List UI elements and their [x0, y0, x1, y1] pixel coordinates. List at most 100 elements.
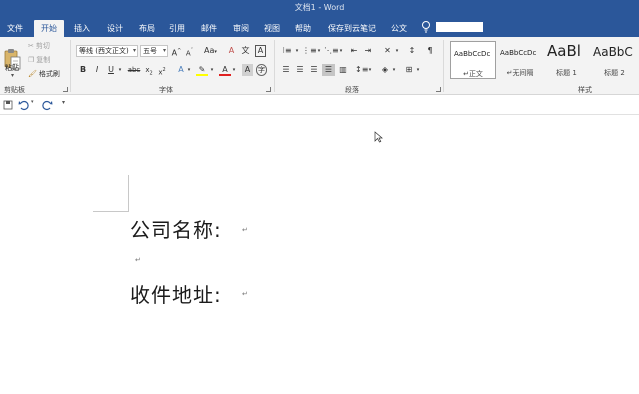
cut-button[interactable]: ✂ 剪切: [28, 41, 50, 51]
chevron-down-icon[interactable]: ▾: [391, 64, 397, 76]
paragraph-group-label: 段落: [345, 86, 359, 94]
tab-review[interactable]: 审阅: [226, 20, 256, 37]
format-painter-button[interactable]: 🖌 格式刷: [28, 69, 60, 79]
change-case-icon[interactable]: Aa▾: [201, 45, 220, 57]
grow-font-icon[interactable]: A^: [171, 45, 182, 58]
clear-formatting-icon[interactable]: A: [226, 45, 237, 57]
line-spacing-icon[interactable]: ↕≡: [355, 64, 368, 76]
copy-button[interactable]: ❐ 复制: [28, 55, 50, 65]
align-left-icon[interactable]: ☰: [280, 64, 292, 76]
format-painter-label: 格式刷: [38, 70, 60, 78]
font-dialog-launcher-icon[interactable]: [266, 87, 271, 92]
style-normal[interactable]: AaBbCcDc ↵正文: [450, 41, 496, 79]
multilevel-list-icon[interactable]: ⋱≡: [324, 45, 339, 57]
save-icon[interactable]: [3, 99, 13, 111]
undo-icon[interactable]: [18, 99, 30, 111]
increase-indent-icon[interactable]: ⇥: [362, 45, 374, 57]
superscript-icon[interactable]: x2: [157, 64, 167, 76]
customize-qat-icon[interactable]: ▾: [62, 99, 65, 111]
sort-icon[interactable]: ↕: [406, 45, 418, 57]
style-sample: AaBbC: [593, 45, 633, 59]
chevron-down-icon[interactable]: ▾: [415, 64, 421, 76]
underline-icon[interactable]: U: [106, 64, 116, 76]
margin-corner-mark: [93, 211, 129, 212]
shrink-font-icon[interactable]: Aˇ: [184, 45, 195, 57]
tab-view[interactable]: 视图: [257, 20, 287, 37]
character-border-icon[interactable]: A: [255, 45, 266, 57]
chevron-down-icon[interactable]: ▾: [316, 45, 322, 57]
style-heading-2[interactable]: AaBbC 标题 2: [590, 41, 639, 79]
document-canvas[interactable]: 公司名称: ↵ ↵ 收件地址: ↵: [0, 116, 639, 394]
shading-icon[interactable]: ◈: [379, 64, 391, 76]
font-group-label: 字体: [159, 86, 173, 94]
group-divider: [443, 40, 444, 92]
decrease-indent-icon[interactable]: ⇤: [348, 45, 360, 57]
numbering-icon[interactable]: ⋮≡: [302, 45, 317, 57]
tab-mailings[interactable]: 邮件: [194, 20, 224, 37]
bullets-icon[interactable]: ⁝≡: [280, 45, 294, 57]
chevron-down-icon[interactable]: ▾: [338, 45, 344, 57]
show-marks-icon[interactable]: ¶: [424, 45, 436, 57]
redo-icon[interactable]: [41, 99, 53, 111]
group-divider: [70, 40, 71, 92]
chevron-down-icon[interactable]: ▾: [117, 64, 123, 76]
style-sample: AaBl: [547, 42, 581, 60]
tab-file[interactable]: 文件: [0, 20, 30, 37]
chinese-layout-icon[interactable]: ✕: [381, 45, 394, 57]
margin-corner-mark: [128, 175, 129, 211]
align-right-icon[interactable]: ☰: [308, 64, 320, 76]
cut-label: 剪切: [35, 42, 50, 50]
justify-icon[interactable]: ☰: [322, 64, 335, 76]
tab-official-document[interactable]: 公文: [384, 20, 414, 37]
mouse-cursor-icon: [374, 131, 383, 143]
font-color-icon[interactable]: A: [219, 64, 231, 76]
tab-save-to-cloud-notes[interactable]: 保存到云笔记: [322, 20, 382, 37]
tab-references[interactable]: 引用: [162, 20, 192, 37]
strikethrough-icon[interactable]: abc: [127, 64, 141, 76]
tell-me-input[interactable]: [436, 22, 483, 32]
styles-gallery: AaBbCcDc ↵正文 AaBbCcDc ↵无间隔 AaBl 标题 1 AaB…: [447, 41, 639, 79]
style-heading-1[interactable]: AaBl 标题 1: [544, 41, 589, 79]
font-size-combo[interactable]: 五号 ▾: [140, 45, 168, 57]
quick-access-toolbar: ▾ ▾: [0, 95, 639, 115]
window-title: 文档1 - Word: [294, 3, 345, 12]
subscript-icon[interactable]: x2: [144, 64, 154, 76]
font-name-value: 等线 (西文正文): [79, 47, 129, 55]
paragraph-dialog-launcher-icon[interactable]: [436, 87, 441, 92]
font-name-combo[interactable]: 等线 (西文正文) ▾: [76, 45, 138, 57]
align-center-icon[interactable]: ☰: [294, 64, 306, 76]
highlight-icon[interactable]: ✎: [196, 64, 208, 76]
italic-icon[interactable]: I: [92, 64, 102, 76]
chevron-down-icon[interactable]: ▾: [186, 64, 192, 76]
clipboard-dialog-launcher-icon[interactable]: [63, 87, 68, 92]
borders-icon[interactable]: ⊞: [403, 64, 415, 76]
chevron-down-icon[interactable]: ▾: [367, 64, 373, 76]
paragraph-mark-icon: ↵: [135, 256, 141, 264]
tab-layout[interactable]: 布局: [132, 20, 162, 37]
paste-dropdown-arrow[interactable]: ▾: [11, 72, 14, 79]
tab-insert[interactable]: 插入: [67, 20, 97, 37]
chevron-down-icon[interactable]: ▾: [394, 45, 400, 57]
tab-design[interactable]: 设计: [100, 20, 130, 37]
distributed-icon[interactable]: ▥: [337, 64, 349, 76]
copy-icon: ❐: [28, 56, 35, 64]
tab-help[interactable]: 帮助: [288, 20, 318, 37]
chevron-down-icon[interactable]: ▾: [31, 99, 34, 111]
tab-home[interactable]: 开始: [34, 20, 64, 37]
style-no-spacing[interactable]: AaBbCcDc ↵无间隔: [497, 41, 543, 79]
lightbulb-icon[interactable]: [420, 20, 432, 34]
font-size-value: 五号: [143, 47, 157, 55]
bold-icon[interactable]: B: [78, 64, 88, 76]
character-shading-icon[interactable]: A: [242, 64, 253, 76]
chevron-down-icon[interactable]: ▾: [209, 64, 215, 76]
style-name: ↵无间隔: [506, 69, 534, 77]
chevron-down-icon[interactable]: ▾: [294, 45, 300, 57]
phonetic-guide-icon[interactable]: 文: [240, 45, 251, 57]
paragraph-mark-icon: ↵: [242, 226, 248, 234]
enclose-characters-icon[interactable]: 字: [256, 64, 267, 76]
address-line[interactable]: 收件地址:: [130, 279, 222, 308]
company-name-line[interactable]: 公司名称:: [130, 214, 222, 243]
scissors-icon: ✂: [28, 42, 34, 50]
chevron-down-icon[interactable]: ▾: [231, 64, 237, 76]
style-sample: AaBbCcDc: [500, 49, 537, 57]
